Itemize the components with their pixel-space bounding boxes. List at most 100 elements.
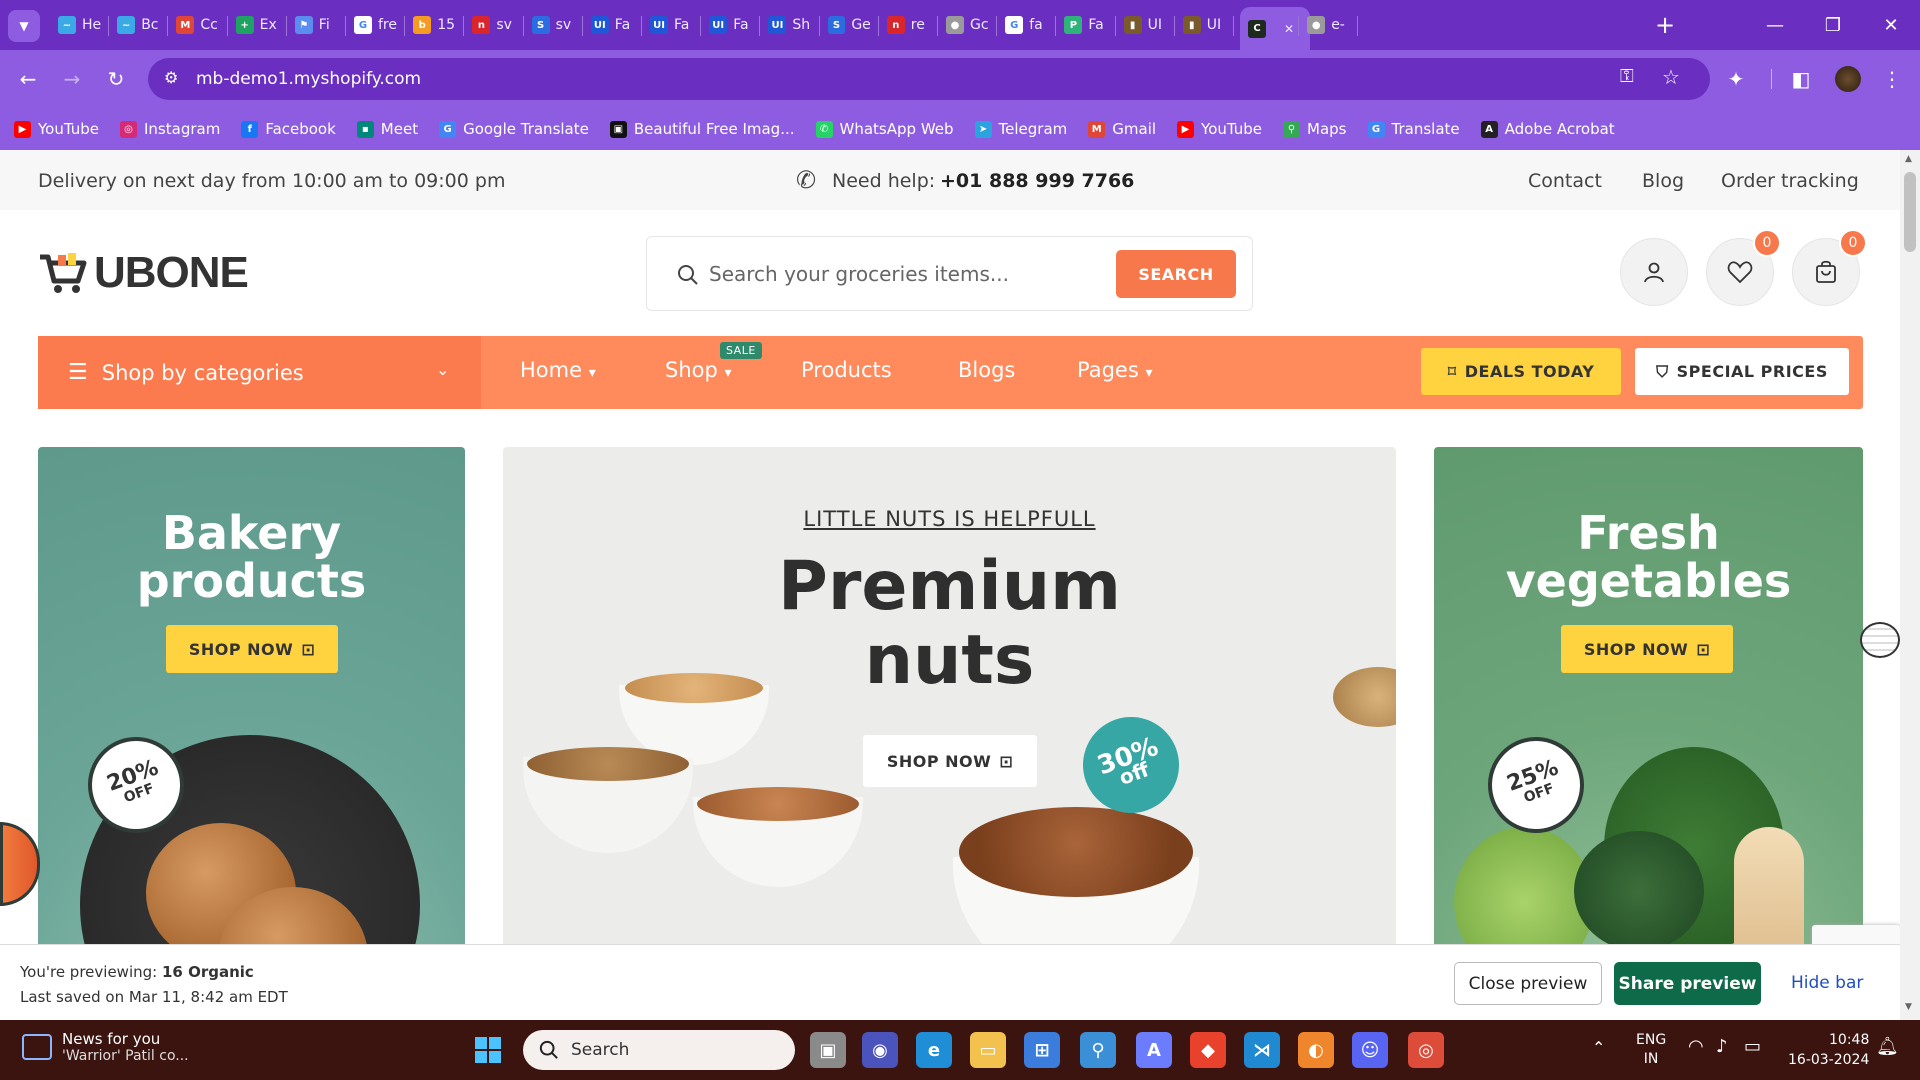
browser-tab[interactable]: S Ge xyxy=(820,7,879,43)
scroll-down-icon[interactable]: ▼ xyxy=(1905,1002,1912,1012)
account-button[interactable] xyxy=(1620,238,1688,306)
password-key-icon[interactable]: ⚿ xyxy=(1620,66,1634,87)
browser-tab[interactable]: ▮ UI xyxy=(1116,7,1175,43)
cart-button[interactable]: 0 xyxy=(1792,229,1867,306)
git-app-icon[interactable]: ◆ xyxy=(1190,1032,1226,1068)
bookmark-item[interactable]: ◎ Instagram xyxy=(120,120,220,138)
app-icon[interactable]: A xyxy=(1136,1032,1172,1068)
browser-tab[interactable]: UI Fa xyxy=(583,7,642,43)
bookmark-item[interactable]: ▶ YouTube xyxy=(14,120,99,138)
python-app-icon[interactable]: ⚲ xyxy=(1080,1032,1116,1068)
scrollbar-thumb[interactable] xyxy=(1904,172,1916,252)
nuts-shop-now-button[interactable]: SHOP NOW ⊡ xyxy=(863,735,1037,787)
bookmark-item[interactable]: ▣ Beautiful Free Imag... xyxy=(609,120,795,138)
browser-tab[interactable]: ● Gc xyxy=(938,7,997,43)
restore-button[interactable]: ❐ xyxy=(1818,10,1848,40)
bookmark-item[interactable]: M Gmail xyxy=(1088,120,1156,138)
nav-pages[interactable]: Pages ▾ xyxy=(1077,358,1153,382)
profile-avatar[interactable] xyxy=(1835,66,1861,92)
edge-app-icon[interactable]: e xyxy=(916,1032,952,1068)
taskbar-search[interactable]: Search xyxy=(523,1030,795,1070)
help-phone[interactable]: +01 888 999 7766 xyxy=(940,170,1134,192)
browser-tab[interactable]: ⚑ Fi xyxy=(287,7,346,43)
volume-icon[interactable]: ♪ xyxy=(1716,1036,1728,1057)
new-tab-button[interactable]: + xyxy=(1650,10,1680,40)
vscode-app-icon[interactable]: ⋊ xyxy=(1244,1032,1280,1068)
bookmark-item[interactable]: ▶ YouTube xyxy=(1177,120,1262,138)
vegetables-banner[interactable]: Fresh vegetables SHOP NOW ⊡ 25% OFF xyxy=(1434,447,1863,1020)
extensions-button[interactable]: ✦ xyxy=(1720,63,1752,95)
browser-tab[interactable]: Gfa xyxy=(997,7,1056,43)
forward-button[interactable]: → xyxy=(56,63,88,95)
nav-products[interactable]: Products xyxy=(801,358,892,382)
notification-bell-icon[interactable]: 🔔︎ xyxy=(1876,1036,1899,1057)
nav-blogs[interactable]: Blogs xyxy=(958,358,1015,382)
show-hidden-icons-button[interactable]: ⌃ xyxy=(1592,1038,1605,1057)
store-logo[interactable]: UBONE xyxy=(38,248,249,298)
browser-tab[interactable]: ● e- xyxy=(1299,7,1358,43)
bakery-banner[interactable]: Bakery products SHOP NOW ⊡ 20% OFF xyxy=(38,447,465,1020)
bookmark-item[interactable]: ▪ Meet xyxy=(356,120,418,138)
zoom-app-icon[interactable]: ◉ xyxy=(862,1032,898,1068)
wifi-icon[interactable]: ◠ xyxy=(1688,1036,1704,1057)
news-widget[interactable]: News for you 'Warrior' Patil co... xyxy=(22,1030,189,1064)
browser-tab[interactable]: ~ Bc xyxy=(109,7,168,43)
nav-shop[interactable]: Shop ▾ xyxy=(665,358,732,382)
browser-tab[interactable]: UI Fa xyxy=(642,7,701,43)
nav-home[interactable]: Home ▾ xyxy=(520,358,596,382)
shop-by-categories-dropdown[interactable]: ☰ Shop by categories ⌄ xyxy=(38,336,481,409)
file-explorer-icon[interactable]: ▭ xyxy=(970,1032,1006,1068)
browser-tab[interactable]: ▮ UI xyxy=(1175,7,1234,43)
browser-tab[interactable]: b 15 xyxy=(405,7,464,43)
bookmark-item[interactable]: f Facebook xyxy=(241,120,336,138)
side-panel-button[interactable]: ◧ xyxy=(1785,63,1817,95)
bookmark-item[interactable]: A Adobe Acrobat xyxy=(1480,120,1615,138)
reload-button[interactable]: ↻ xyxy=(100,63,132,95)
minimize-button[interactable]: — xyxy=(1760,10,1790,40)
bookmark-item[interactable]: ⚲ Maps xyxy=(1283,120,1347,138)
browser-tab[interactable]: M Cc xyxy=(168,7,227,43)
browser-tab[interactable]: n sv xyxy=(464,7,523,43)
bakery-shop-now-button[interactable]: SHOP NOW ⊡ xyxy=(166,625,338,673)
search-button[interactable]: SEARCH xyxy=(1116,250,1236,298)
close-preview-button[interactable]: Close preview xyxy=(1454,962,1602,1005)
store-app-icon[interactable]: ⊞ xyxy=(1024,1032,1060,1068)
browser-tab[interactable]: Gfre xyxy=(346,7,405,43)
bookmark-star-icon[interactable]: ☆ xyxy=(1662,65,1680,89)
browser-tab[interactable]: + Ex xyxy=(228,7,287,43)
address-bar[interactable]: ⚙ mb-demo1.myshopify.com ⚿ ☆ xyxy=(148,58,1710,100)
search-input[interactable]: Search your groceries items... xyxy=(709,262,1009,286)
blog-link[interactable]: Blog xyxy=(1642,170,1684,192)
tab-search-button[interactable]: ▼ xyxy=(8,10,40,42)
chrome-menu-button[interactable]: ⋮ xyxy=(1876,63,1908,95)
bookmark-item[interactable]: G Translate xyxy=(1367,120,1460,138)
start-button[interactable] xyxy=(470,1032,506,1068)
browser-tab[interactable]: P Fa xyxy=(1056,7,1115,43)
nuts-banner[interactable]: LITTLE NUTS IS HELPFULL Premium nuts SHO… xyxy=(503,447,1396,1020)
blender-app-icon[interactable]: ◐ xyxy=(1298,1032,1334,1068)
language-indicator[interactable]: ENG IN xyxy=(1636,1031,1666,1069)
bookmark-item[interactable]: ➤ Telegram xyxy=(974,120,1067,138)
close-window-button[interactable]: ✕ xyxy=(1876,10,1906,40)
site-info-icon[interactable]: ⚙ xyxy=(164,68,178,87)
scroll-up-icon[interactable]: ▲ xyxy=(1905,154,1912,164)
bookmark-item[interactable]: ✆ WhatsApp Web xyxy=(815,120,954,138)
chrome-app-icon[interactable]: ◎ xyxy=(1408,1032,1444,1068)
page-scrollbar[interactable]: ▲ ▼ xyxy=(1900,150,1920,1020)
bookmark-item[interactable]: G Google Translate xyxy=(439,120,589,138)
close-tab-icon[interactable]: ✕ xyxy=(1284,22,1294,36)
contact-link[interactable]: Contact xyxy=(1528,170,1602,192)
deals-today-button[interactable]: ⌑ DEALS TODAY xyxy=(1421,348,1621,395)
order-tracking-link[interactable]: Order tracking xyxy=(1721,170,1859,192)
discord-app-icon[interactable]: ☺ xyxy=(1352,1032,1388,1068)
task-view-icon[interactable]: ▣ xyxy=(810,1032,846,1068)
browser-tab[interactable]: UI Fa xyxy=(701,7,760,43)
browser-tab[interactable]: n re xyxy=(879,7,938,43)
clock[interactable]: 10:48 16-03-2024 xyxy=(1788,1030,1869,1070)
browser-tab[interactable]: ~ He xyxy=(50,7,109,43)
vegetables-shop-now-button[interactable]: SHOP NOW ⊡ xyxy=(1561,625,1733,673)
special-prices-button[interactable]: ⛉ SPECIAL PRICES xyxy=(1635,348,1849,395)
share-preview-button[interactable]: Share preview xyxy=(1614,962,1761,1005)
browser-tab[interactable]: UI Sh xyxy=(760,7,819,43)
wishlist-button[interactable]: 0 xyxy=(1706,229,1781,306)
